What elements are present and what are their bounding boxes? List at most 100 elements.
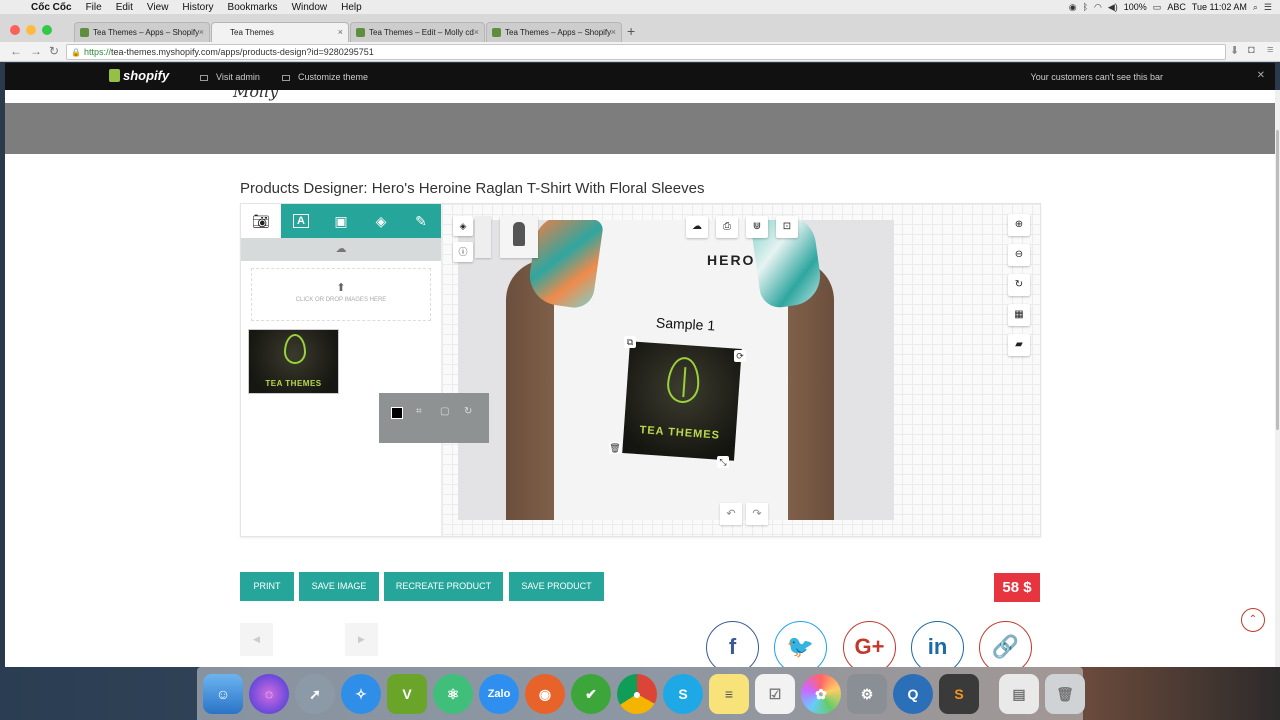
print-button[interactable]: PRINT bbox=[240, 572, 294, 601]
linkedin-share-button[interactable]: in bbox=[911, 621, 964, 667]
recreate-product-button[interactable]: RECREATE PRODUCT bbox=[384, 572, 503, 601]
menu-file[interactable]: File bbox=[79, 2, 109, 13]
close-tab-icon[interactable]: × bbox=[338, 27, 343, 37]
record-icon[interactable]: ◉ bbox=[1069, 2, 1077, 13]
cloud-save-icon[interactable]: ☁ bbox=[686, 216, 708, 238]
tab-edit-molly[interactable]: Tea Themes – Edit – Molly cd × bbox=[350, 22, 485, 42]
visit-admin-link[interactable]: Visit admin bbox=[200, 72, 260, 82]
menu-bookmarks[interactable]: Bookmarks bbox=[221, 2, 285, 13]
tab-apps-shopify-2[interactable]: Tea Themes – Apps – Shopify × bbox=[486, 22, 622, 42]
download-icon[interactable]: ⬇ bbox=[1230, 44, 1239, 57]
image-dropzone[interactable]: ⬆ CLICK OR DROP IMAGES HERE bbox=[251, 268, 431, 321]
volume-icon[interactable]: ◀) bbox=[1108, 2, 1118, 13]
minimize-window-button[interactable] bbox=[26, 25, 36, 35]
siri-icon[interactable]: ◌ bbox=[249, 673, 289, 714]
zoom-in-icon[interactable]: ⊕ bbox=[1008, 214, 1030, 236]
documents-stack-icon[interactable]: ▤ bbox=[999, 673, 1039, 714]
menu-edit[interactable]: Edit bbox=[109, 2, 140, 13]
atom-icon[interactable]: ⚛ bbox=[433, 673, 473, 714]
crop-icon[interactable]: ⌗ bbox=[416, 406, 422, 417]
skype-icon[interactable]: S bbox=[663, 673, 703, 714]
menu-icon[interactable]: ≡ bbox=[1267, 44, 1273, 56]
reminders-icon[interactable]: ☑ bbox=[755, 673, 795, 714]
close-tab-icon[interactable]: × bbox=[199, 27, 204, 37]
reload-icon[interactable]: ↻ bbox=[49, 44, 59, 58]
facebook-share-button[interactable]: f bbox=[706, 621, 759, 667]
mask-icon[interactable]: ▢ bbox=[440, 406, 449, 417]
url-field[interactable]: 🔒 https://tea-themes.myshopify.com/apps/… bbox=[66, 44, 1226, 60]
trash-icon[interactable]: 🗑︎ bbox=[1045, 673, 1085, 714]
copy-link-button[interactable]: 🔗 bbox=[979, 621, 1032, 667]
coccoc-icon[interactable]: ✔ bbox=[571, 673, 611, 714]
bluetooth-icon[interactable]: ᛒ bbox=[1083, 2, 1088, 12]
color-swatch[interactable] bbox=[391, 407, 403, 419]
qr-code-icon[interactable]: ▦ bbox=[1008, 304, 1030, 326]
prev-arrow-button[interactable]: ◀ bbox=[240, 623, 273, 656]
tab-draw[interactable]: ✎ bbox=[401, 204, 441, 238]
back-icon[interactable]: ← bbox=[10, 44, 22, 58]
layers-icon[interactable]: ◈ bbox=[453, 216, 473, 236]
battery-icon[interactable]: ▭ bbox=[1153, 2, 1162, 13]
input-source[interactable]: ABC bbox=[1167, 2, 1186, 12]
clock[interactable]: Tue 11:02 AM bbox=[1192, 2, 1247, 12]
flip-icon[interactable]: ↻ bbox=[464, 406, 472, 417]
info-icon[interactable]: ⓘ bbox=[453, 242, 473, 262]
vim-app-icon[interactable]: V bbox=[387, 673, 427, 714]
launchpad-icon[interactable]: ➚ bbox=[295, 673, 335, 714]
quicktime-icon[interactable]: Q bbox=[893, 673, 933, 714]
forward-icon[interactable]: → bbox=[30, 44, 42, 58]
finder-icon[interactable]: ☺ bbox=[203, 673, 243, 714]
save-product-button[interactable]: SAVE PRODUCT bbox=[509, 572, 604, 601]
view-thumbnail-back[interactable] bbox=[475, 216, 491, 258]
new-tab-icon[interactable]: + bbox=[627, 23, 635, 39]
ruler-icon[interactable]: ▰ bbox=[1008, 334, 1030, 356]
uploaded-image-thumbnail[interactable]: TEA THEMES bbox=[248, 329, 339, 394]
close-bar-icon[interactable]: ✕ bbox=[1257, 70, 1265, 81]
tab-text[interactable]: A bbox=[281, 204, 321, 238]
customize-theme-link[interactable]: Customize theme bbox=[282, 72, 368, 82]
notes-icon[interactable]: ≡ bbox=[709, 673, 749, 714]
scroll-to-top-button[interactable]: ⌃ bbox=[1241, 608, 1265, 632]
camera-icon[interactable]: ◘ bbox=[1248, 44, 1255, 56]
undo-icon[interactable]: ↶ bbox=[720, 503, 742, 525]
menu-help[interactable]: Help bbox=[334, 2, 369, 13]
delete-handle-icon[interactable]: 🗑︎ bbox=[609, 442, 621, 454]
spotlight-icon[interactable]: ⌕ bbox=[1253, 2, 1258, 13]
sample-text-layer[interactable]: Sample 1 bbox=[656, 314, 716, 333]
design-image-layer[interactable]: TEA THEMES bbox=[622, 341, 742, 461]
sublime-text-icon[interactable]: S bbox=[939, 673, 979, 714]
reset-icon[interactable]: ↻ bbox=[1008, 274, 1030, 296]
zoom-out-icon[interactable]: ⊖ bbox=[1008, 244, 1030, 266]
menu-window[interactable]: Window bbox=[285, 2, 335, 13]
resize-handle-icon[interactable]: ⤡ bbox=[717, 456, 729, 468]
safari-icon[interactable]: ✧ bbox=[341, 673, 381, 714]
design-canvas[interactable]: HERO Sample 1 TEA THEMES ⧉ ⟳ 🗑︎ ⤡ ◈ ⓘ ☁ … bbox=[442, 204, 1040, 536]
tab-tea-themes[interactable]: Tea Themes × bbox=[211, 22, 349, 42]
photos-icon[interactable]: ✿ bbox=[801, 673, 841, 714]
shopify-logo[interactable]: shopify bbox=[109, 68, 169, 83]
zalo-icon[interactable]: Zalo bbox=[479, 673, 519, 714]
twitter-share-button[interactable]: 🐦 bbox=[774, 621, 827, 667]
google-plus-share-button[interactable]: G+ bbox=[843, 621, 896, 667]
print-icon[interactable]: ⎙ bbox=[716, 216, 738, 238]
tab-images[interactable]: ▣ bbox=[321, 204, 361, 238]
scrollbar-thumb[interactable] bbox=[1276, 130, 1279, 430]
store-logo[interactable]: Molly bbox=[233, 90, 278, 101]
firefox-icon[interactable]: ◉ bbox=[525, 673, 565, 714]
tab-apps-shopify-1[interactable]: Tea Themes – Apps – Shopify × bbox=[74, 22, 210, 42]
system-preferences-icon[interactable]: ⚙ bbox=[847, 673, 887, 714]
view-thumbnail-front[interactable] bbox=[500, 216, 538, 258]
zoom-window-button[interactable] bbox=[42, 25, 52, 35]
preview-icon[interactable]: ⊡ bbox=[776, 216, 798, 238]
rotate-handle-icon[interactable]: ⟳ bbox=[734, 350, 746, 362]
upload-cloud-button[interactable]: ☁ bbox=[241, 238, 441, 261]
next-arrow-button[interactable]: ▶ bbox=[345, 623, 378, 656]
redo-icon[interactable]: ↷ bbox=[746, 503, 768, 525]
duplicate-handle-icon[interactable]: ⧉ bbox=[624, 336, 636, 348]
close-tab-icon[interactable]: × bbox=[611, 27, 616, 37]
app-menu[interactable]: Cốc Cốc bbox=[24, 2, 79, 13]
tab-layers[interactable]: ◈ bbox=[361, 204, 401, 238]
save-image-button[interactable]: SAVE IMAGE bbox=[299, 572, 379, 601]
close-window-button[interactable] bbox=[10, 25, 20, 35]
chrome-icon[interactable]: ● bbox=[617, 673, 657, 714]
